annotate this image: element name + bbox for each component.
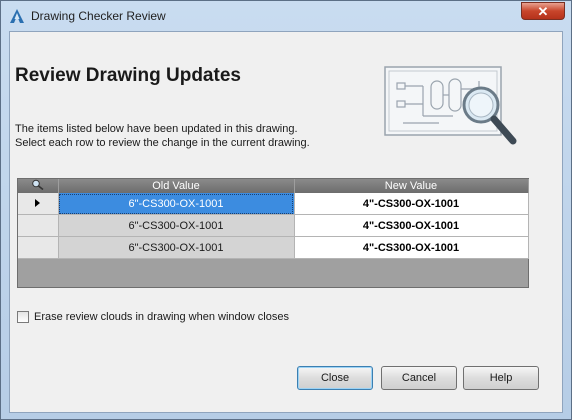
row-header[interactable] — [18, 193, 59, 215]
cancel-button[interactable]: Cancel — [381, 366, 457, 390]
grid-corner-header[interactable] — [18, 179, 59, 193]
instructions-text: The items listed below have been updated… — [15, 122, 310, 150]
help-button[interactable]: Help — [463, 366, 539, 390]
old-value-column-header[interactable]: Old Value — [58, 179, 295, 193]
magnifier-icon — [31, 179, 44, 191]
instructions-line-1: The items listed below have been updated… — [15, 123, 298, 135]
new-value-cell[interactable]: 4"-CS300-OX-1001 — [294, 214, 529, 237]
close-window-button[interactable]: ✕ — [521, 2, 565, 20]
old-value-cell[interactable]: 6"-CS300-OX-1001 — [58, 193, 295, 215]
table-row[interactable]: 6"-CS300-OX-1001 4"-CS300-OX-1001 — [18, 193, 529, 215]
page-title: Review Drawing Updates — [15, 65, 241, 86]
row-header[interactable] — [18, 236, 59, 259]
old-value-cell[interactable]: 6"-CS300-OX-1001 — [58, 236, 295, 259]
window-title: Drawing Checker Review — [31, 9, 166, 23]
row-header[interactable] — [18, 214, 59, 237]
new-value-cell[interactable]: 4"-CS300-OX-1001 — [294, 193, 529, 215]
close-icon: ✕ — [537, 3, 549, 19]
table-row[interactable]: 6"-CS300-OX-1001 4"-CS300-OX-1001 — [18, 214, 529, 237]
title-bar[interactable]: Drawing Checker Review ✕ — [1, 1, 571, 31]
row-pointer-icon — [35, 198, 41, 207]
old-value-cell[interactable]: 6"-CS300-OX-1001 — [58, 214, 295, 237]
autocad-logo-icon — [10, 9, 24, 23]
dialog-window: Drawing Checker Review ✕ Review Drawing … — [0, 0, 572, 420]
erase-clouds-option[interactable]: Erase review clouds in drawing when wind… — [17, 311, 289, 323]
erase-clouds-checkbox[interactable] — [17, 311, 29, 323]
close-button[interactable]: Close — [297, 366, 373, 390]
new-value-cell[interactable]: 4"-CS300-OX-1001 — [294, 236, 529, 259]
instructions-line-2: Select each row to review the change in … — [15, 137, 310, 149]
new-value-column-header[interactable]: New Value — [294, 179, 529, 193]
erase-clouds-label[interactable]: Erase review clouds in drawing when wind… — [34, 311, 289, 323]
changes-grid[interactable]: Old Value New Value 6"-CS300-OX-1001 4"-… — [17, 178, 529, 288]
drawing-magnifier-icon — [384, 66, 517, 145]
table-row[interactable]: 6"-CS300-OX-1001 4"-CS300-OX-1001 — [18, 236, 529, 259]
grid-header-row: Old Value New Value — [18, 179, 529, 193]
